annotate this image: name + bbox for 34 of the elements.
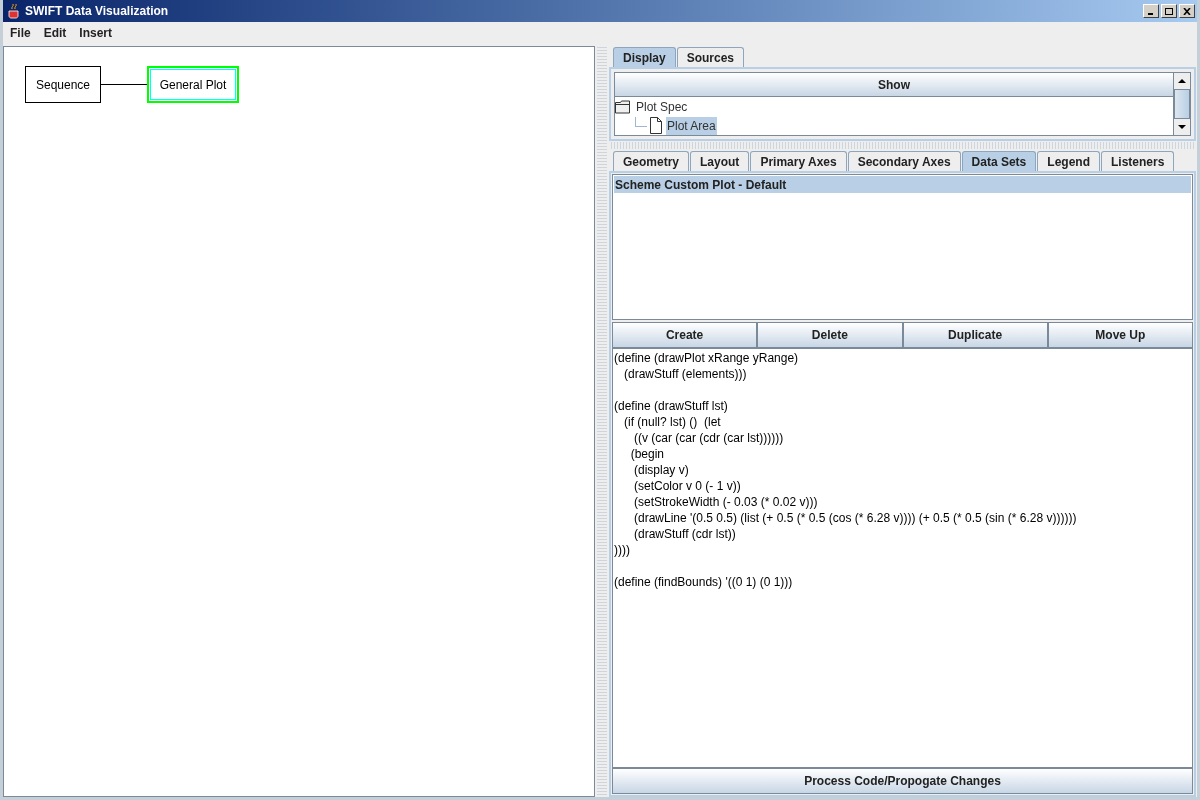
window-title: SWIFT Data Visualization <box>25 3 169 20</box>
tab[interactable]: Sources <box>676 47 745 67</box>
connector-line <box>100 84 148 85</box>
menu-item[interactable]: Insert <box>79 24 113 42</box>
scrollbar[interactable] <box>1173 73 1190 135</box>
list-item[interactable]: Scheme Custom Plot - Default <box>614 176 1191 193</box>
tab[interactable]: Data Sets <box>961 151 1037 171</box>
process-button[interactable]: Process Code/Propogate Changes <box>612 768 1193 794</box>
menu-item[interactable]: File <box>10 24 31 42</box>
action-button[interactable]: Delete <box>757 322 903 348</box>
tab[interactable]: Layout <box>690 151 750 171</box>
menu-item[interactable]: Edit <box>43 24 67 42</box>
action-button[interactable]: Duplicate <box>902 322 1048 348</box>
tree-item[interactable]: Plot Spec <box>635 97 689 116</box>
tab[interactable]: Legend <box>1037 151 1100 171</box>
tab[interactable]: Display <box>613 47 676 67</box>
tab[interactable]: Listeners <box>1100 151 1175 171</box>
column-header: Show <box>615 73 1173 97</box>
maximize-icon <box>1165 7 1173 15</box>
close-button[interactable] <box>1179 4 1195 18</box>
tab[interactable]: Primary Axes <box>750 151 847 171</box>
minimize-button[interactable] <box>1143 4 1159 18</box>
tab[interactable]: Secondary Axes <box>847 151 961 171</box>
tab[interactable]: Geometry <box>613 151 690 171</box>
tree-item[interactable]: Plot Area <box>666 116 717 135</box>
cup-icon <box>7 3 21 19</box>
action-button[interactable]: Move Up <box>1047 322 1193 348</box>
code-editor[interactable]: (define (drawPlot xRange yRange) (drawStuff (elements))) (define (drawStuff lst) (if (null? lst) () (let ((v (car (car (cdr (car lst)))))) (begin (display v) (setColor v 0 (- 1 v)) (setStrokeWidth (- 0.03 (* 0.02 v))) (drawLine '(0.5 0.5) (list (+ 0.5 (* 0.5 (cos (* 6.28 v)))) (+ 0.5 (* 0.5 (sin (* 6.28 v)))))) (drawStuff (cdr lst)) )))) (define (findBounds) '((0 1) (0 1))) <box>612 348 1193 768</box>
close-icon <box>1183 7 1191 15</box>
folder-icon <box>615 99 631 114</box>
action-button[interactable]: Create <box>612 322 758 348</box>
diagram-node[interactable]: General Plot <box>147 66 239 103</box>
diagram-node[interactable]: Sequence <box>25 66 101 103</box>
maximize-button[interactable] <box>1161 4 1177 18</box>
